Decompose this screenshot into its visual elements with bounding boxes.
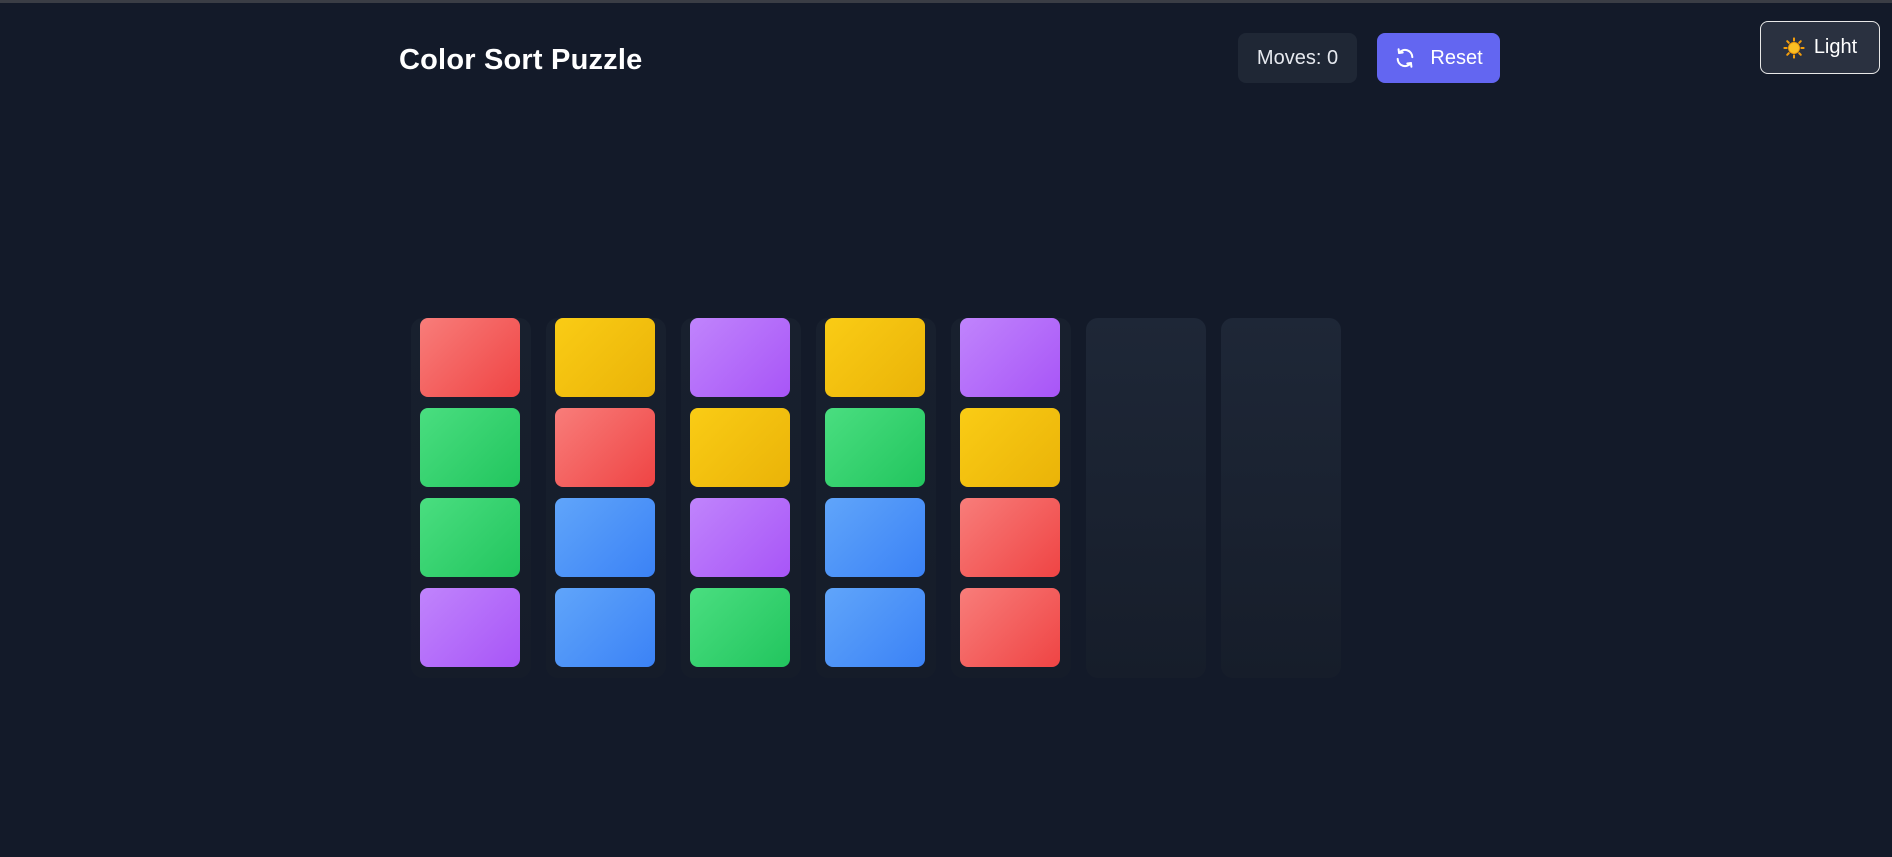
moves-counter-label: Moves: 0 <box>1256 46 1339 69</box>
block-red <box>960 498 1060 577</box>
tube-3[interactable] <box>681 318 801 678</box>
block-yellow <box>690 408 790 487</box>
block-blue <box>555 588 655 667</box>
reset-button-label: Reset <box>1430 46 1483 69</box>
block-purple <box>690 498 790 577</box>
block-green <box>420 408 520 487</box>
block-yellow <box>960 408 1060 487</box>
window-top-border <box>0 0 1892 3</box>
block-green <box>825 408 925 487</box>
block-red <box>555 408 655 487</box>
tube-7[interactable] <box>1221 318 1341 678</box>
tube-6[interactable] <box>1086 318 1206 678</box>
theme-toggle-button[interactable]: Light <box>1760 21 1880 74</box>
tube-2[interactable] <box>546 318 666 678</box>
tube-5[interactable] <box>951 318 1071 678</box>
block-blue <box>825 588 925 667</box>
moves-counter: Moves: 0 <box>1238 33 1357 83</box>
puzzle-board <box>411 318 1341 678</box>
block-purple <box>420 588 520 667</box>
block-purple[interactable] <box>960 318 1060 397</box>
refresh-icon <box>1394 47 1416 69</box>
sun-icon <box>1783 36 1805 59</box>
block-blue <box>555 498 655 577</box>
tube-1[interactable] <box>411 318 531 678</box>
block-green <box>690 588 790 667</box>
block-red <box>960 588 1060 667</box>
block-yellow[interactable] <box>825 318 925 397</box>
page-title: Color Sort Puzzle <box>399 44 643 76</box>
block-yellow[interactable] <box>555 318 655 397</box>
block-purple[interactable] <box>690 318 790 397</box>
reset-button[interactable]: Reset <box>1377 33 1500 83</box>
block-red[interactable] <box>420 318 520 397</box>
theme-toggle-label: Light <box>1813 36 1858 58</box>
tube-4[interactable] <box>816 318 936 678</box>
block-blue <box>825 498 925 577</box>
block-green <box>420 498 520 577</box>
